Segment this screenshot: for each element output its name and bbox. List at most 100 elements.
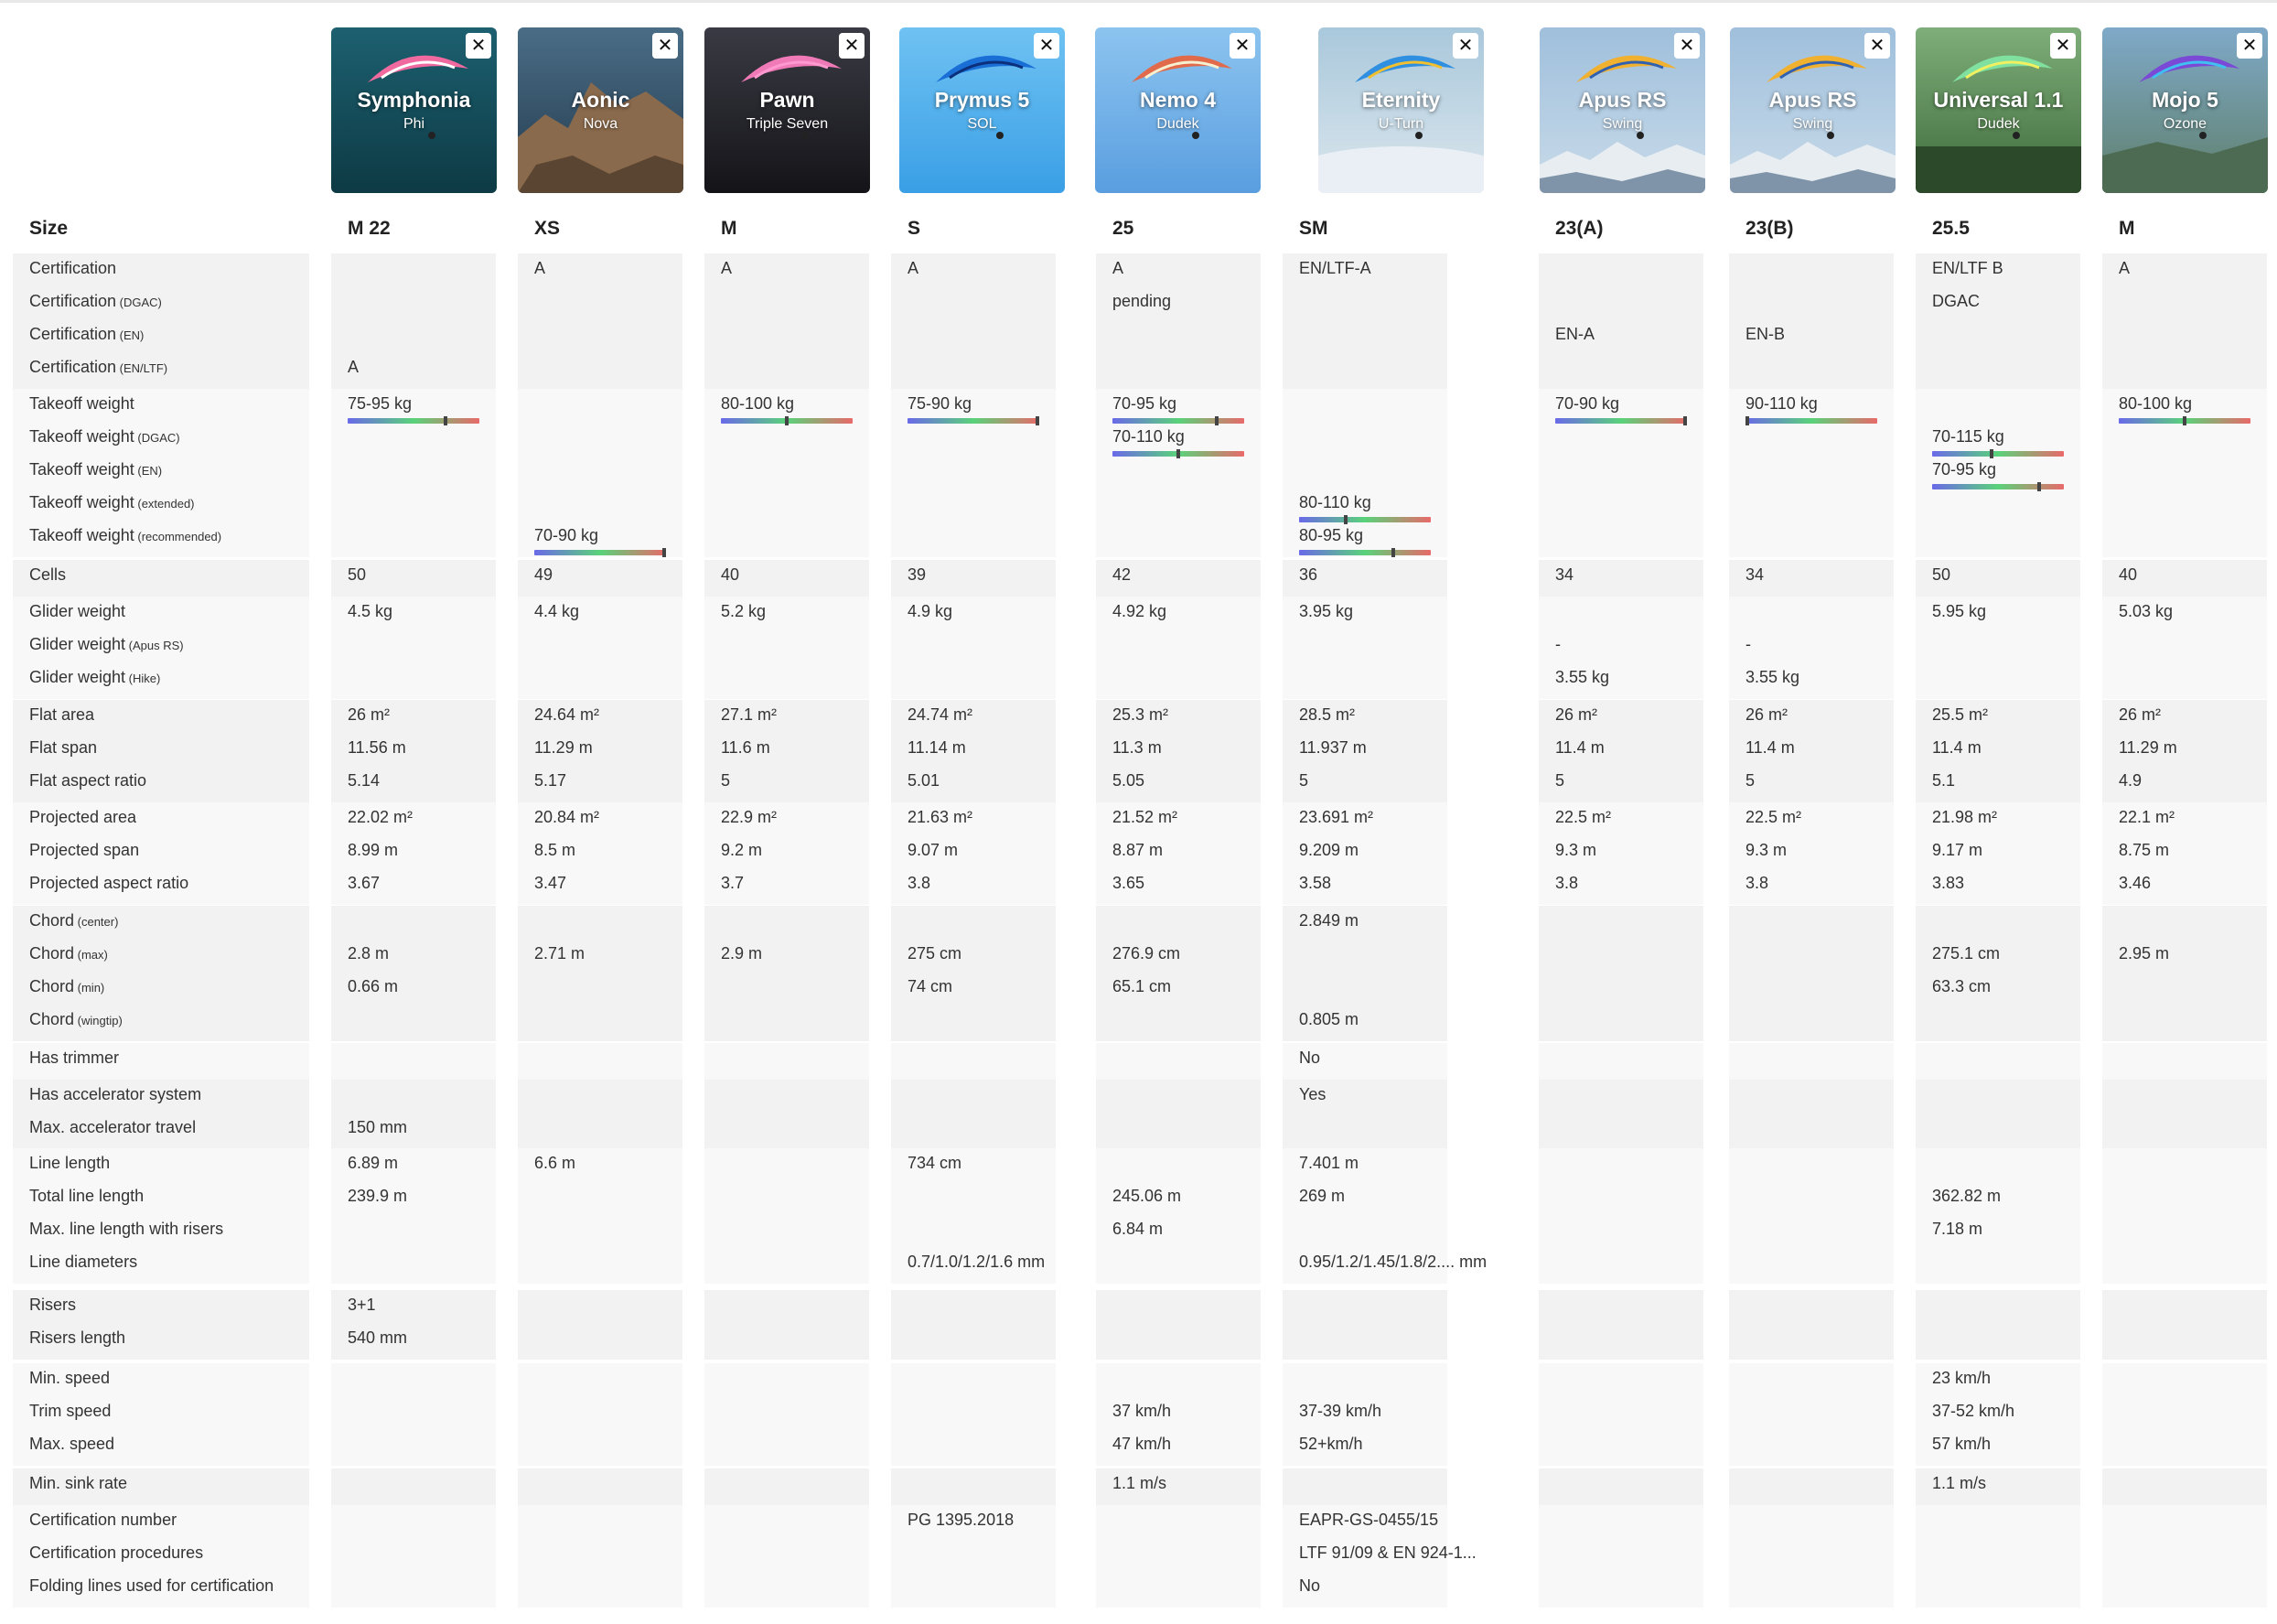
spec-value: 6.84 m [1112, 1220, 1164, 1238]
spec-label: Chord (min) [29, 977, 104, 996]
spec-value: 9.3 m [1555, 841, 1597, 859]
glider-card[interactable]: Apus RS Swing ✕ [1540, 27, 1705, 193]
spec-value: 276.9 cm [1112, 944, 1181, 963]
remove-glider-close-icon[interactable]: ✕ [1230, 33, 1255, 59]
spec-value: 70-90 kg [1555, 394, 1620, 413]
spec-value: 39 [908, 565, 927, 584]
spec-value: 5.14 [348, 771, 381, 790]
spec-value-cell [518, 1505, 682, 1608]
spec-value: EN/LTF B [1932, 259, 2003, 277]
spec-value-cell [518, 1468, 682, 1505]
spec-value: 23 km/h [1932, 1369, 1992, 1387]
spec-label-qualifier: (center) [74, 915, 119, 929]
spec-label: Certification procedures [29, 1543, 203, 1563]
spec-value-cell [1539, 1363, 1703, 1466]
spec-value: - [1555, 635, 1561, 653]
spec-value-cell [1729, 1363, 1894, 1466]
spec-value: EN-B [1745, 325, 1786, 343]
spec-label-group: Min. speed Trim speed Max. speed [13, 1363, 309, 1466]
spec-label: Takeoff weight (DGAC) [29, 427, 180, 446]
spec-value: 8.75 m [2119, 841, 2170, 859]
spec-value: 70-95 kg [1932, 460, 1997, 479]
glider-name: Apus RS [1768, 88, 1857, 112]
spec-value-cell [1729, 1148, 1894, 1284]
weight-range-bar [908, 416, 1039, 425]
spec-value: 8.87 m [1112, 841, 1164, 859]
glider-card[interactable]: Mojo 5 Ozone ✕ [2102, 27, 2268, 193]
glider-size: 23(A) [1555, 218, 1604, 239]
glider-card[interactable]: Prymus 5 SOL ✕ [899, 27, 1065, 193]
remove-glider-close-icon[interactable]: ✕ [1034, 33, 1059, 59]
remove-glider-close-icon[interactable]: ✕ [2050, 33, 2076, 59]
weight-range-marker [1176, 449, 1180, 458]
spec-value-cell: 22.9 m² 9.2 m 3.7 [704, 802, 869, 905]
glider-card[interactable]: Symphonia Phi ✕ [331, 27, 497, 193]
spec-label-group: Takeoff weight Takeoff weight (DGAC) Takeo… [13, 389, 309, 557]
weight-range-marker [785, 416, 789, 425]
glider-size: 25.5 [1932, 218, 1970, 239]
spec-value: 245.06 m [1112, 1187, 1182, 1205]
spec-value-cell: 20.84 m² 8.5 m 3.47 [518, 802, 682, 905]
glider-card[interactable]: Pawn Triple Seven ✕ [704, 27, 870, 193]
spec-value-cell: 2.9 m [704, 906, 869, 1041]
spec-value-cell: EN/LTF B DGAC [1916, 253, 2080, 389]
spec-label-text: Risers [29, 1296, 77, 1314]
spec-value-cell [1916, 1505, 2080, 1608]
spec-value: 37-52 km/h [1932, 1402, 2015, 1420]
spec-value: 49 [534, 565, 553, 584]
spec-value-cell: 28.5 m² 11.937 m 5 [1283, 700, 1447, 802]
glider-card[interactable]: Apus RS Swing ✕ [1730, 27, 1896, 193]
spec-value-cell: 1.1 m/s [1096, 1468, 1261, 1505]
remove-glider-close-icon[interactable]: ✕ [2237, 33, 2262, 59]
glider-card[interactable]: Universal 1.1 Dudek ✕ [1916, 27, 2081, 193]
spec-label-text: Flat aspect ratio [29, 771, 147, 790]
glider-card[interactable]: Nemo 4 Dudek ✕ [1095, 27, 1261, 193]
spec-label-text: Max. accelerator travel [29, 1118, 197, 1136]
spec-label: Line length [29, 1154, 110, 1173]
remove-glider-close-icon[interactable]: ✕ [466, 33, 491, 59]
spec-value: 24.64 m² [534, 705, 600, 724]
remove-glider-close-icon[interactable]: ✕ [839, 33, 865, 59]
remove-glider-close-icon[interactable]: ✕ [1864, 33, 1890, 59]
spec-value-cell: 5.03 kg [2102, 597, 2267, 699]
glider-size: SM [1299, 218, 1328, 239]
spec-label-qualifier: (DGAC) [134, 431, 180, 445]
spec-value: 20.84 m² [534, 808, 600, 826]
spec-label: Risers length [29, 1328, 125, 1348]
spec-label: Total line length [29, 1187, 144, 1206]
remove-glider-close-icon[interactable]: ✕ [1674, 33, 1700, 59]
spec-value-cell: EN-A [1539, 253, 1703, 389]
spec-value-cell [518, 1290, 682, 1360]
glider-card[interactable]: Aonic Nova ✕ [518, 27, 683, 193]
remove-glider-close-icon[interactable]: ✕ [1453, 33, 1478, 59]
weight-range-marker [1215, 416, 1219, 425]
spec-value-cell [2102, 1505, 2267, 1608]
spec-value-cell [704, 1043, 869, 1080]
size-row-label: Size [29, 218, 69, 239]
spec-value: 37-39 km/h [1299, 1402, 1382, 1420]
glider-name: Nemo 4 [1139, 88, 1217, 112]
spec-value-cell: 22.5 m² 9.3 m 3.8 [1729, 802, 1894, 905]
spec-label: Certification (EN) [29, 325, 144, 344]
spec-value: 4.9 [2119, 771, 2143, 790]
remove-glider-close-icon[interactable]: ✕ [652, 33, 678, 59]
spec-label-text: Flat span [29, 738, 98, 757]
spec-value-cell [1729, 906, 1894, 1041]
spec-value-cell [704, 1363, 869, 1466]
glider-size: XS [534, 218, 561, 239]
spec-value-cell: 2.95 m [2102, 906, 2267, 1041]
weight-range-bar [1932, 449, 2064, 458]
spec-value-cell: 275 cm 74 cm [891, 906, 1056, 1041]
glider-card[interactable]: Eternity U-Turn ✕ [1318, 27, 1484, 193]
spec-label-qualifier: (Hike) [125, 672, 161, 685]
spec-value: 34 [1555, 565, 1574, 584]
weight-range-bar [1299, 548, 1431, 557]
spec-value-cell: 23.691 m² 9.209 m 3.58 [1283, 802, 1447, 905]
weight-range-marker [1391, 548, 1395, 557]
spec-value: 75-90 kg [908, 394, 972, 413]
spec-value: 5.95 kg [1932, 602, 1987, 620]
spec-label-text: Projected area [29, 808, 137, 826]
spec-value-cell: EN/LTF-A [1283, 253, 1447, 389]
spec-label: Cells [29, 565, 66, 585]
spec-value-cell [518, 1043, 682, 1080]
